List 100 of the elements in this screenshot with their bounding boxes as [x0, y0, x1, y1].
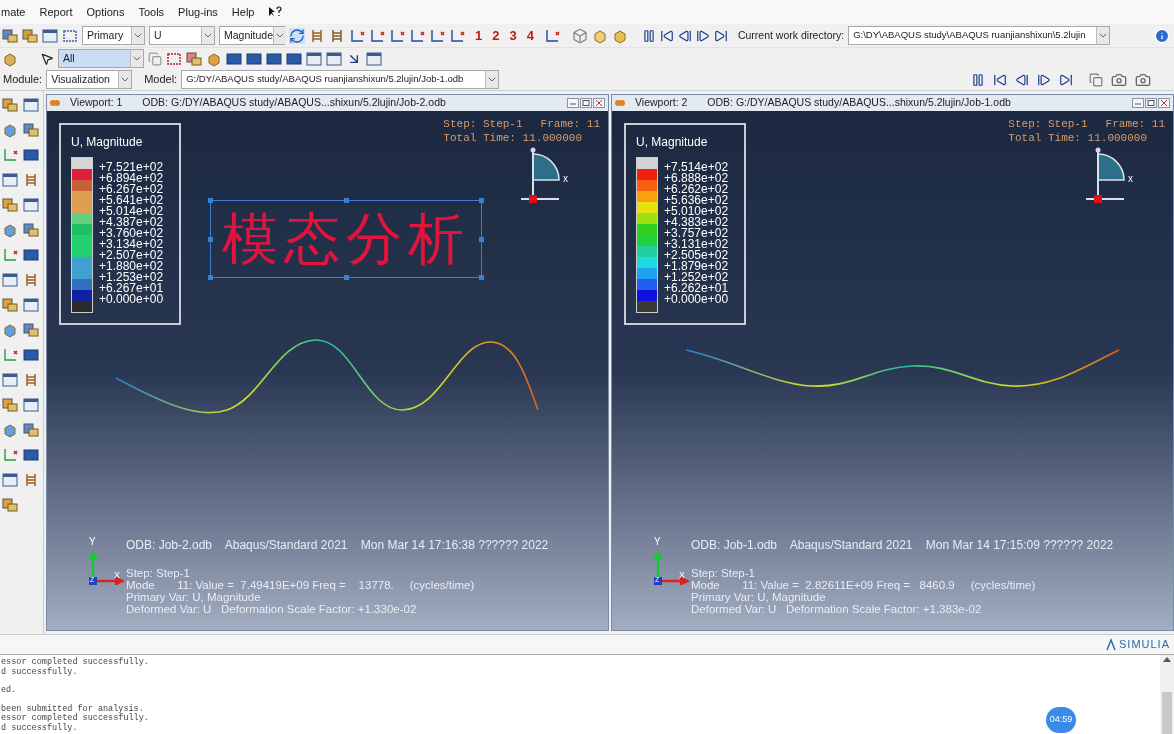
first-frame-icon[interactable]	[659, 28, 674, 43]
menu-item[interactable]: Plug-ins	[178, 3, 218, 21]
next-frame-icon[interactable]	[1037, 72, 1051, 87]
view-number-button[interactable]: 1	[475, 25, 483, 46]
tool-icon[interactable]	[2, 497, 18, 513]
tool-icon[interactable]	[22, 322, 39, 338]
pause-icon[interactable]	[971, 72, 985, 87]
resize-handle[interactable]	[479, 237, 484, 242]
tool-icon[interactable]	[22, 27, 38, 44]
variable-select[interactable]: Primary	[82, 26, 145, 45]
tool-icon[interactable]	[22, 222, 39, 238]
window-icon[interactable]	[366, 50, 382, 67]
tool-icon[interactable]	[2, 197, 18, 213]
menu-item[interactable]: Report	[39, 3, 73, 21]
pointer-icon[interactable]	[40, 51, 54, 66]
last-frame-icon[interactable]	[713, 28, 728, 43]
first-frame-icon[interactable]	[993, 72, 1007, 87]
view-number-button[interactable]: 2	[492, 25, 500, 46]
variable-select[interactable]: Magnitude	[219, 26, 285, 45]
window-icon[interactable]	[2, 172, 18, 188]
axis-icon[interactable]	[2, 447, 18, 463]
legend-value: +5.636e+02	[664, 195, 729, 206]
model-select[interactable]: G:/DY/ABAQUS study/ABAQUS ruanjianshixun/5.2lujin/Job-1.odb	[181, 70, 500, 89]
maximize-icon[interactable]	[580, 98, 592, 108]
ladder-icon[interactable]	[309, 27, 325, 44]
window-icon[interactable]	[22, 297, 39, 313]
swap-arrows-icon[interactable]	[289, 27, 305, 44]
pause-icon[interactable]	[641, 28, 656, 43]
scroll-up-icon[interactable]	[1163, 657, 1171, 662]
close-icon[interactable]	[593, 98, 605, 108]
axis-icon[interactable]	[389, 27, 405, 44]
tool-icon[interactable]	[2, 97, 18, 113]
view-number-button[interactable]: 3	[509, 25, 517, 46]
panel-icon[interactable]	[22, 447, 39, 463]
resize-handle[interactable]	[479, 275, 484, 280]
odb-info-line: ODB: Job-1.odb Abaqus/Standard 2021 Mon Mar 14 17:15:09 ?????? 2022	[691, 539, 1114, 551]
menu-item[interactable]: Options	[86, 3, 125, 21]
panel-icon[interactable]	[22, 247, 39, 263]
maximize-icon[interactable]	[1145, 98, 1157, 108]
resize-handle[interactable]	[344, 275, 349, 280]
frame-icon[interactable]	[166, 50, 182, 67]
variable-select[interactable]: U	[149, 26, 215, 45]
panel-icon[interactable]	[22, 147, 39, 163]
copy-icon[interactable]	[148, 51, 162, 66]
camera-icon[interactable]	[1111, 71, 1127, 88]
previous-frame-icon[interactable]	[677, 28, 692, 43]
ladder-icon[interactable]	[329, 27, 345, 44]
window-icon[interactable]	[306, 50, 322, 67]
window-icon[interactable]	[326, 50, 342, 67]
window-icon[interactable]	[2, 272, 18, 288]
help-pointer-icon[interactable]	[268, 6, 283, 18]
panel-icon[interactable]	[246, 50, 262, 67]
tool-icon[interactable]	[2, 297, 18, 313]
tool-icon[interactable]	[2, 397, 18, 413]
panel-icon[interactable]	[22, 347, 39, 363]
wireframe-cube-icon[interactable]	[571, 27, 588, 44]
resize-handle[interactable]	[208, 275, 213, 280]
axis-icon[interactable]	[429, 27, 445, 44]
resize-handle[interactable]	[208, 237, 213, 242]
axis-icon[interactable]	[409, 27, 425, 44]
copy-icon[interactable]	[1089, 72, 1103, 87]
axis-icon[interactable]	[449, 27, 465, 44]
next-frame-icon[interactable]	[695, 28, 710, 43]
last-frame-icon[interactable]	[1059, 72, 1073, 87]
axis-icon[interactable]	[2, 147, 18, 163]
view-number-button[interactable]: 4	[526, 25, 534, 46]
tool-icon[interactable]	[2, 27, 18, 44]
menu-item[interactable]: Help	[231, 3, 255, 21]
close-icon[interactable]	[1158, 98, 1170, 108]
window-icon[interactable]	[2, 372, 18, 388]
frame-icon[interactable]	[62, 27, 78, 44]
tool-icon[interactable]	[186, 50, 202, 67]
work-directory-select[interactable]: G:\DY\ABAQUS study\ABAQUS ruanjianshixun\5.2lujin	[848, 26, 1111, 45]
menu-item[interactable]: mate	[1, 3, 26, 21]
resize-handle[interactable]	[479, 198, 484, 203]
axis-icon[interactable]	[2, 347, 18, 363]
selection-filter-select[interactable]: All	[58, 49, 144, 68]
panel-icon[interactable]	[226, 50, 242, 67]
tool-icon[interactable]	[22, 122, 39, 138]
camera-icon[interactable]	[1135, 71, 1151, 88]
axis-icon[interactable]	[349, 27, 365, 44]
menu-item[interactable]: Tools	[138, 3, 165, 21]
panel-icon[interactable]	[286, 50, 302, 67]
window-icon[interactable]	[22, 97, 39, 113]
resize-handle[interactable]	[344, 198, 349, 203]
window-icon[interactable]	[2, 472, 18, 488]
tool-icon[interactable]	[22, 422, 39, 438]
window-icon[interactable]	[22, 397, 39, 413]
info-icon[interactable]	[1154, 27, 1170, 44]
axis-icon[interactable]	[543, 27, 560, 44]
window-icon[interactable]	[22, 197, 39, 213]
module-select[interactable]: Visualization	[46, 70, 133, 89]
resize-handle[interactable]	[208, 198, 213, 203]
axis-icon[interactable]	[369, 27, 385, 44]
previous-frame-icon[interactable]	[1015, 72, 1029, 87]
panel-icon[interactable]	[266, 50, 282, 67]
legend-value: +1.880e+02	[99, 261, 164, 272]
axis-icon[interactable]	[2, 247, 18, 263]
scrollbar-thumb[interactable]	[1162, 692, 1172, 734]
window-icon[interactable]	[42, 27, 58, 44]
